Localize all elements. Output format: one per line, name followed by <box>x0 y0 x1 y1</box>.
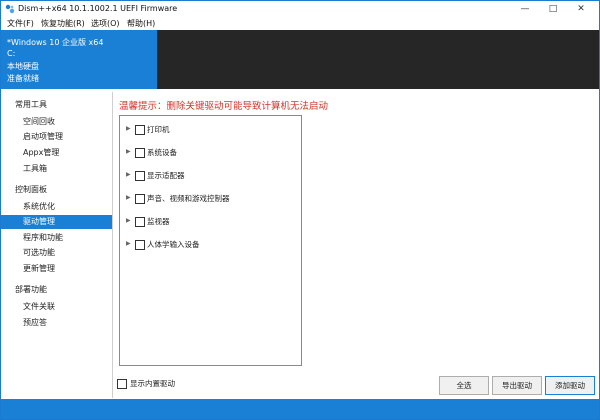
app-logo-icon <box>5 4 15 14</box>
sidebar-divider <box>112 92 113 398</box>
sidebar-item-space-cleanup[interactable]: 空间回收 <box>1 115 112 129</box>
expand-arrow-icon[interactable]: ▶ <box>126 194 131 201</box>
tree-item-label: 人体学输入设备 <box>147 240 200 249</box>
minimize-button[interactable]: — <box>511 1 539 17</box>
menu-file[interactable]: 文件(F) <box>7 18 34 29</box>
sidebar-item-updates[interactable]: 更新管理 <box>1 262 112 276</box>
expand-arrow-icon[interactable]: ▶ <box>126 217 131 224</box>
add-drivers-button[interactable]: 添加驱动 <box>545 376 595 395</box>
sidebar-item-label: 工具箱 <box>23 164 47 173</box>
nav-category-common-tools: 常用工具 <box>15 100 47 109</box>
sidebar-item-label: 启动项管理 <box>23 132 63 141</box>
expand-arrow-icon[interactable]: ▶ <box>126 240 131 247</box>
status-text: 准备就绪 <box>7 74 39 83</box>
tree-item-label: 监视器 <box>147 217 170 226</box>
nav-category-deployment: 部署功能 <box>15 285 47 294</box>
tree-checkbox[interactable] <box>135 171 145 181</box>
sidebar-item-label: 驱动管理 <box>23 217 55 226</box>
app-window: Dism++x64 10.1.1002.1 UEFI Firmware — □ … <box>0 0 600 420</box>
sidebar-item-label: 预应答 <box>23 318 47 327</box>
sidebar-item-appx[interactable]: Appx管理 <box>1 146 112 160</box>
sidebar-item-label: 文件关联 <box>23 302 55 311</box>
sidebar-item-label: 程序和功能 <box>23 233 63 242</box>
sidebar-item-system-optimize[interactable]: 系统优化 <box>1 200 112 214</box>
status-bar <box>1 399 599 419</box>
sidebar-item-label: 更新管理 <box>23 264 55 273</box>
tree-item-label: 声音、视频和游戏控制器 <box>147 194 230 203</box>
export-drivers-button[interactable]: 导出驱动 <box>492 376 542 395</box>
tree-item-label: 显示适配器 <box>147 171 185 180</box>
sidebar-item-startup[interactable]: 启动项管理 <box>1 130 112 144</box>
menu-options[interactable]: 选项(O) <box>91 18 120 29</box>
tree-item-label: 打印机 <box>147 125 170 134</box>
sidebar-item-label: 系统优化 <box>23 202 55 211</box>
sidebar-item-optional-features[interactable]: 可选功能 <box>1 246 112 260</box>
menu-restore[interactable]: 恢复功能(R) <box>41 18 85 29</box>
sidebar-item-programs[interactable]: 程序和功能 <box>1 231 112 245</box>
disk-type: 本地硬盘 <box>7 62 39 71</box>
tree-checkbox[interactable] <box>135 125 145 135</box>
sidebar-item-label: 可选功能 <box>23 248 55 257</box>
image-session-tile[interactable]: *Windows 10 企业版 x64 C: 本地硬盘 准备就绪 <box>1 30 157 89</box>
show-builtin-checkbox[interactable] <box>117 379 127 389</box>
expand-arrow-icon[interactable]: ▶ <box>126 125 131 132</box>
menu-bar: 文件(F) 恢复功能(R) 选项(O) 帮助(H) <box>1 17 599 30</box>
tree-item-label: 系统设备 <box>147 148 177 157</box>
tree-checkbox[interactable] <box>135 217 145 227</box>
drive-letter: C: <box>7 49 16 58</box>
menu-help[interactable]: 帮助(H) <box>127 18 155 29</box>
nav-category-control-panel: 控制面板 <box>15 185 47 194</box>
sidebar-item-driver-manager[interactable]: 驱动管理 <box>1 215 112 229</box>
maximize-button[interactable]: □ <box>539 1 567 17</box>
tree-checkbox[interactable] <box>135 194 145 204</box>
sidebar-item-file-association[interactable]: 文件关联 <box>1 300 112 314</box>
expand-arrow-icon[interactable]: ▶ <box>126 171 131 178</box>
sidebar: 常用工具 空间回收 启动项管理 Appx管理 工具箱 控制面板 系统优化 驱动管… <box>1 92 112 397</box>
warning-message: 温馨提示：删除关键驱动可能导致计算机无法启动 <box>119 101 329 112</box>
driver-tree[interactable]: ▶ 打印机 ▶ 系统设备 ▶ 显示适配器 ▶ 声音、视频和游戏控制器 ▶ 监视器… <box>119 115 302 366</box>
sidebar-item-label: 空间回收 <box>23 117 55 126</box>
sidebar-item-label: Appx管理 <box>23 148 60 157</box>
window-title: Dism++x64 10.1.1002.1 UEFI Firmware <box>18 4 178 13</box>
tree-checkbox[interactable] <box>135 148 145 158</box>
close-button[interactable]: ✕ <box>567 1 595 17</box>
show-builtin-label: 显示内置驱动 <box>130 379 175 388</box>
tree-checkbox[interactable] <box>135 240 145 250</box>
expand-arrow-icon[interactable]: ▶ <box>126 148 131 155</box>
select-all-button[interactable]: 全选 <box>439 376 489 395</box>
session-strip <box>157 30 599 89</box>
os-name: *Windows 10 企业版 x64 <box>7 38 104 47</box>
sidebar-item-answer-file[interactable]: 预应答 <box>1 316 112 330</box>
sidebar-item-toolbox[interactable]: 工具箱 <box>1 162 112 176</box>
title-bar[interactable]: Dism++x64 10.1.1002.1 UEFI Firmware — □ … <box>1 1 599 17</box>
